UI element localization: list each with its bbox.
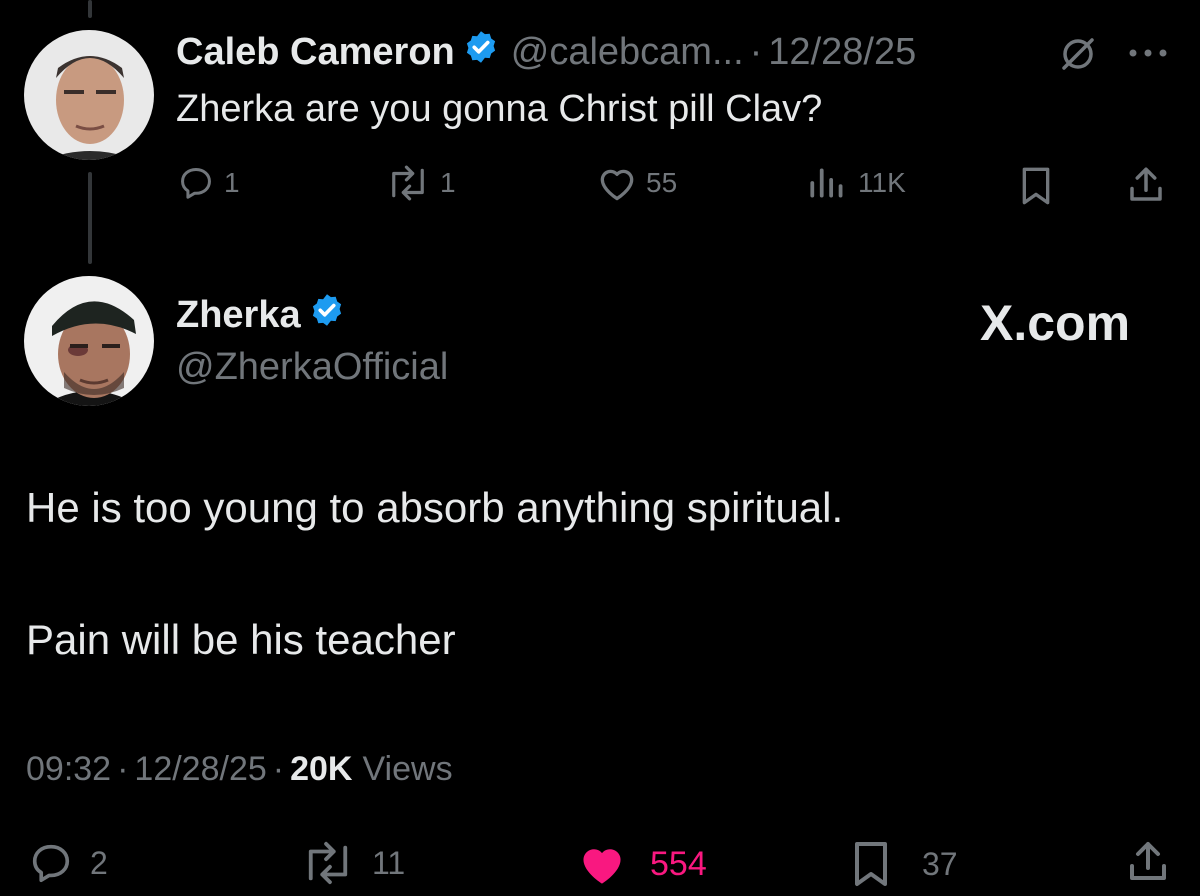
like-button[interactable]: 554: [574, 840, 707, 888]
author-handle[interactable]: @ZherkaOfficial: [176, 346, 448, 389]
repost-count: 11: [372, 844, 406, 881]
tweet-paragraph-2: Pain will be his teacher: [26, 616, 456, 663]
avatar-zherka[interactable]: [24, 276, 154, 406]
verified-badge-icon: [463, 29, 499, 75]
thread-line-top: [88, 0, 92, 18]
avatar-caleb[interactable]: [24, 30, 154, 160]
reply-icon: [181, 168, 211, 199]
x-com-logo: X.com: [980, 295, 1131, 351]
reply-button[interactable]: 1: [176, 164, 240, 202]
tweet-meta: 09:32 · 12/28/25 · 20K Views: [26, 750, 453, 789]
author-name[interactable]: Zherka: [176, 294, 301, 337]
main-author-row: Zherka: [176, 290, 345, 340]
tweet-text: Zherka are you gonna Christ pill Clav?: [176, 88, 823, 130]
more-icon[interactable]: [1126, 46, 1170, 65]
reply-header: Caleb Cameron @calebcam... · 12/28/25: [176, 28, 916, 76]
grok-icon[interactable]: [1056, 32, 1100, 81]
bookmark-button[interactable]: 37: [850, 840, 958, 888]
author-name[interactable]: Caleb Cameron: [176, 31, 455, 74]
views-button[interactable]: 11K: [806, 164, 906, 202]
views-label: Views: [362, 750, 453, 788]
verified-badge-icon: [309, 292, 345, 338]
separator-dot: ·: [749, 30, 763, 73]
author-handle[interactable]: @calebcam...: [511, 31, 744, 74]
share-icon: [1130, 167, 1162, 201]
separator-dot: ·: [272, 750, 285, 788]
like-count: 554: [650, 844, 707, 883]
repost-count: 1: [440, 167, 456, 198]
reply-count: 2: [90, 844, 108, 881]
bookmark-count: 37: [922, 845, 958, 882]
views-icon: [810, 168, 843, 198]
share-icon: [1130, 842, 1166, 880]
like-icon: [600, 169, 634, 201]
tweet-time[interactable]: 09:32: [26, 750, 111, 789]
separator-dot: ·: [117, 750, 129, 788]
bookmark-button[interactable]: [1018, 166, 1054, 206]
tweet-paragraph-1: He is too young to absorb anything spiri…: [26, 484, 844, 531]
views-count[interactable]: 20K: [290, 750, 352, 789]
share-button[interactable]: [1124, 164, 1168, 206]
like-filled-icon: [583, 849, 621, 884]
reply-button[interactable]: 2: [26, 840, 108, 886]
share-button[interactable]: [1124, 838, 1172, 886]
reply-count: 1: [224, 167, 240, 198]
repost-button[interactable]: 11: [298, 840, 405, 886]
tweet-date[interactable]: 12/28/25: [134, 750, 266, 789]
repost-button[interactable]: 1: [384, 164, 456, 202]
repost-icon: [308, 841, 348, 885]
repost-icon: [392, 165, 424, 201]
tweet-date[interactable]: 12/28/25: [768, 31, 916, 74]
like-count: 55: [646, 167, 678, 198]
reply-icon: [32, 844, 70, 883]
bookmark-icon: [855, 842, 887, 886]
views-count: 11K: [858, 167, 906, 198]
bookmark-icon: [1022, 167, 1050, 205]
like-button[interactable]: 55: [596, 164, 677, 202]
thread-line-bottom: [88, 172, 92, 264]
